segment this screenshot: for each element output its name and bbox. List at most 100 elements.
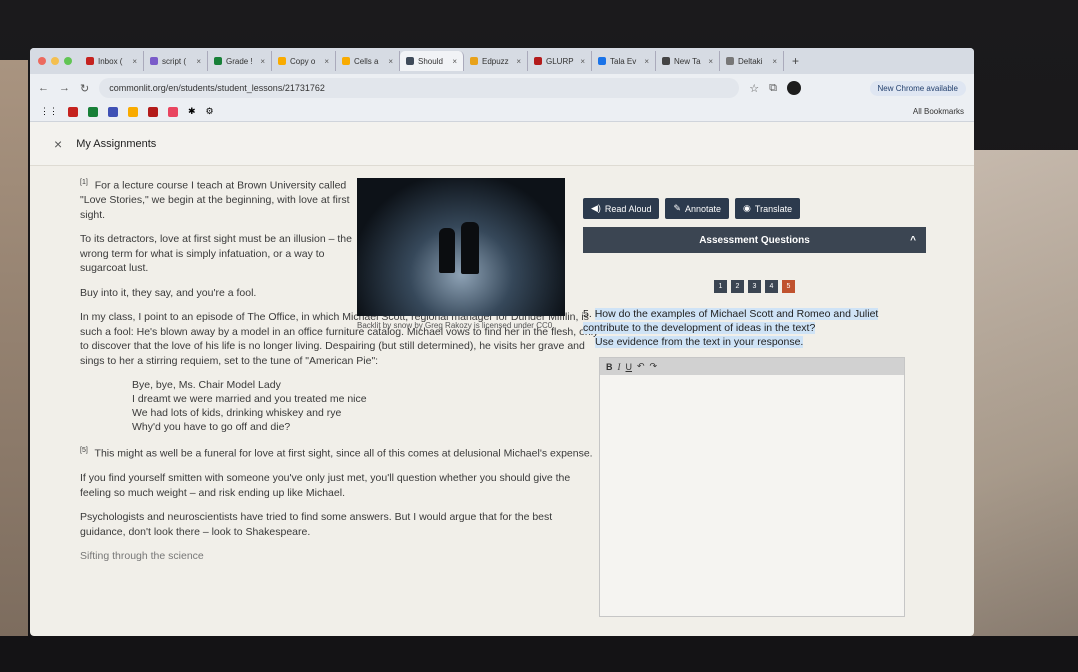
close-window-button[interactable] <box>38 57 46 65</box>
tab-favicon-icon <box>534 57 542 65</box>
silhouette-figure <box>439 228 455 273</box>
lesson-content: [1] For a lecture course I teach at Brow… <box>30 166 974 636</box>
tab-label: Cells a <box>354 56 379 66</box>
read-aloud-button[interactable]: ◀) Read Aloud <box>583 198 660 219</box>
tab-close-icon[interactable]: × <box>388 57 393 66</box>
tab-favicon-icon <box>406 57 414 65</box>
poem-line: I dreamt we were married and you treated… <box>132 393 367 405</box>
url-field[interactable]: commonlit.org/en/students/student_lesson… <box>99 78 740 98</box>
tab-close-icon[interactable]: × <box>452 57 457 66</box>
tab-label: Copy o <box>290 56 316 66</box>
poem-block: Bye, bye, Ms. Chair Model Lady I dreamt w… <box>132 378 600 434</box>
tab-10[interactable]: Deltaki × <box>720 51 784 71</box>
tab-7[interactable]: GLURP × <box>528 51 592 71</box>
tab-1[interactable]: script (× <box>144 51 208 71</box>
bookmark-youtube-icon[interactable] <box>168 106 178 117</box>
tab-label: Grade ! <box>226 56 253 66</box>
profile-avatar[interactable] <box>786 81 801 95</box>
chevron-up-icon[interactable]: ^ <box>910 235 916 246</box>
tab-close-icon[interactable]: × <box>580 57 585 66</box>
bold-button[interactable]: B <box>606 362 613 372</box>
tab-label: Inbox ( <box>98 56 123 66</box>
maximize-window-button[interactable] <box>64 57 72 65</box>
paragraph-1-text: For a lecture course I teach at Brown Un… <box>80 179 350 221</box>
assessment-header[interactable]: Assessment Questions ^ <box>583 227 926 253</box>
question-navigation: 12345 <box>583 280 926 293</box>
paragraph-3: Buy into it, they say, and you're a fool… <box>80 286 257 299</box>
tab-close-icon[interactable]: × <box>260 57 265 66</box>
tab-0[interactable]: Inbox ( × <box>80 51 144 71</box>
question-nav-4[interactable]: 4 <box>765 280 778 293</box>
read-aloud-label: Read Aloud <box>604 203 652 214</box>
tab-close-icon[interactable]: × <box>196 57 201 66</box>
translate-button[interactable]: ◉ Translate <box>735 198 801 219</box>
tab-close-icon[interactable]: × <box>772 57 777 66</box>
bookmark-gmail-icon[interactable] <box>68 106 78 117</box>
question-text: How do the examples of Michael Scott and… <box>583 308 879 334</box>
tab-6[interactable]: Edpuzz × <box>464 51 528 71</box>
new-tab-button[interactable]: + <box>784 54 807 68</box>
page-title: My Assignments <box>76 137 157 150</box>
apps-icon[interactable]: ⋮⋮ <box>40 106 58 117</box>
question-nav-3[interactable]: 3 <box>748 280 761 293</box>
undo-button[interactable]: ↶ <box>637 361 645 372</box>
image-caption: Backlit by snow by Greg Rakozy is licens… <box>357 321 555 330</box>
question-nav-2[interactable]: 2 <box>731 280 744 293</box>
tab-label: Deltaki <box>738 56 763 66</box>
tab-5[interactable]: Should × <box>400 51 464 71</box>
background-paper-left <box>0 60 28 672</box>
question-nav-1[interactable]: 1 <box>714 280 727 293</box>
editor-toolbar: B I U ↶ ↷ <box>600 358 904 375</box>
question-prompt: 5. How do the examples of Michael Scott … <box>583 307 898 349</box>
bookmark-calendar-icon[interactable] <box>108 106 118 117</box>
pencil-icon: ✎ <box>673 203 682 213</box>
tab-close-icon[interactable]: × <box>324 57 329 66</box>
tab-favicon-icon <box>86 57 94 65</box>
tab-label: Tala Ev <box>610 56 637 66</box>
bookmark-star-icon[interactable]: ✱ <box>188 106 196 117</box>
extensions-icon[interactable]: ⧉ <box>769 82 777 95</box>
bookmark-settings-icon[interactable]: ⚙ <box>206 106 214 117</box>
tab-close-icon[interactable]: × <box>644 57 649 66</box>
tab-close-icon[interactable]: × <box>516 57 521 66</box>
reload-icon[interactable]: ↻ <box>80 82 89 95</box>
minimize-window-button[interactable] <box>51 57 59 65</box>
poem-line: Bye, bye, Ms. Chair Model Lady <box>132 379 281 391</box>
close-icon[interactable]: × <box>54 136 62 152</box>
tab-4[interactable]: Cells a × <box>336 51 400 71</box>
tab-2[interactable]: Grade ! × <box>208 51 272 71</box>
response-editor[interactable]: B I U ↶ ↷ <box>599 357 905 617</box>
bookmark-app-icon[interactable] <box>148 106 158 117</box>
tab-label: Should <box>418 56 443 66</box>
all-bookmarks-button[interactable]: All Bookmarks <box>913 107 964 116</box>
italic-button[interactable]: I <box>618 362 621 372</box>
tab-8[interactable]: Tala Ev × <box>592 51 656 71</box>
forward-icon[interactable]: → <box>59 82 70 94</box>
paragraph-2: To its detractors, love at first sight m… <box>80 233 352 274</box>
back-icon[interactable]: ← <box>38 82 49 94</box>
tab-close-icon[interactable]: × <box>708 57 713 66</box>
question-nav-5[interactable]: 5 <box>782 280 795 293</box>
tab-favicon-icon <box>342 57 350 65</box>
underline-button[interactable]: U <box>626 362 633 372</box>
tab-close-icon[interactable]: × <box>132 57 137 66</box>
chrome-update-button[interactable]: New Chrome available <box>869 80 966 96</box>
bookmark-classroom-icon[interactable] <box>88 106 98 117</box>
bookmark-drive-icon[interactable] <box>128 106 138 117</box>
star-icon[interactable]: ☆ <box>749 82 759 95</box>
tab-list: Inbox (× script (× Grade ! × Copy o × Cells a ×… <box>80 51 784 71</box>
paragraph-6: If you find yourself smitten with someon… <box>80 472 571 499</box>
question-instruction: Use evidence from the text in your respo… <box>595 336 804 348</box>
tab-favicon-icon <box>214 57 222 65</box>
tab-9[interactable]: New Ta × <box>656 51 720 71</box>
tab-strip: Inbox (× script (× Grade ! × Copy o × Cells a ×… <box>30 48 974 74</box>
tab-favicon-icon <box>470 57 478 65</box>
redo-button[interactable]: ↷ <box>650 361 658 372</box>
annotate-button[interactable]: ✎ Annotate <box>665 198 730 219</box>
poem-line: We had lots of kids, drinking whiskey an… <box>132 407 342 419</box>
tab-3[interactable]: Copy o × <box>272 51 336 71</box>
paragraph-1: [1] For a lecture course I teach at Brow… <box>80 176 370 222</box>
paragraph-7: Psychologists and neuroscientists have t… <box>80 511 553 538</box>
background-paper-right <box>968 150 1078 672</box>
tab-favicon-icon <box>662 57 670 65</box>
